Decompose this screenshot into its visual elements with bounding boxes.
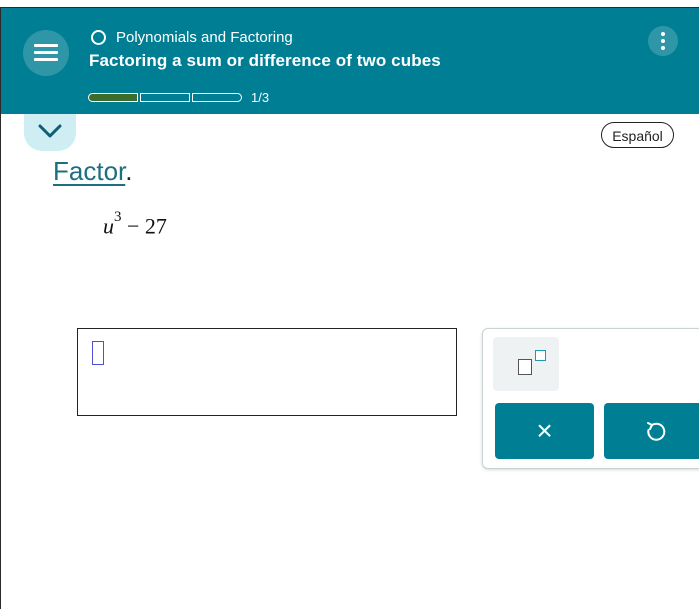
circle-icon [91,29,106,45]
exponent-button[interactable] [493,337,559,391]
undo-icon [647,422,666,441]
progress-bar: 1/3 [88,90,269,105]
problem-expression: u3 − 27 [103,209,167,239]
progress-segment [140,93,190,102]
topic-row: Polynomials and Factoring [91,28,293,46]
progress-segment-done [88,93,138,102]
collapse-tab[interactable] [24,114,76,151]
app-frame: Polynomials and Factoring Factoring a su… [0,7,699,609]
menu-icon[interactable] [23,30,69,76]
chevron-down-icon [38,124,62,138]
exponent-icon-superscript [535,350,546,361]
progress-segment [192,93,242,102]
clear-button[interactable]: × [495,403,594,459]
instruction-period: . [125,156,133,186]
more-vertical-icon[interactable] [648,26,678,56]
math-keypad: × [482,328,699,469]
problem-variable: u [103,213,114,239]
problem-rest: − 27 [121,213,167,239]
header-bar: Polynomials and Factoring Factoring a su… [1,8,699,114]
page-title: Factoring a sum or difference of two cub… [89,51,441,70]
topic-label: Polynomials and Factoring [116,28,293,46]
answer-placeholder-box[interactable] [92,341,104,365]
progress-label: 1/3 [251,90,270,105]
undo-button[interactable] [604,403,699,459]
answer-input[interactable] [77,328,457,416]
problem-exponent: 3 [114,209,122,225]
instruction: Factor. [53,156,132,187]
instruction-word[interactable]: Factor [53,156,125,186]
espanol-button[interactable]: Español [601,122,674,148]
exponent-icon [518,359,532,375]
